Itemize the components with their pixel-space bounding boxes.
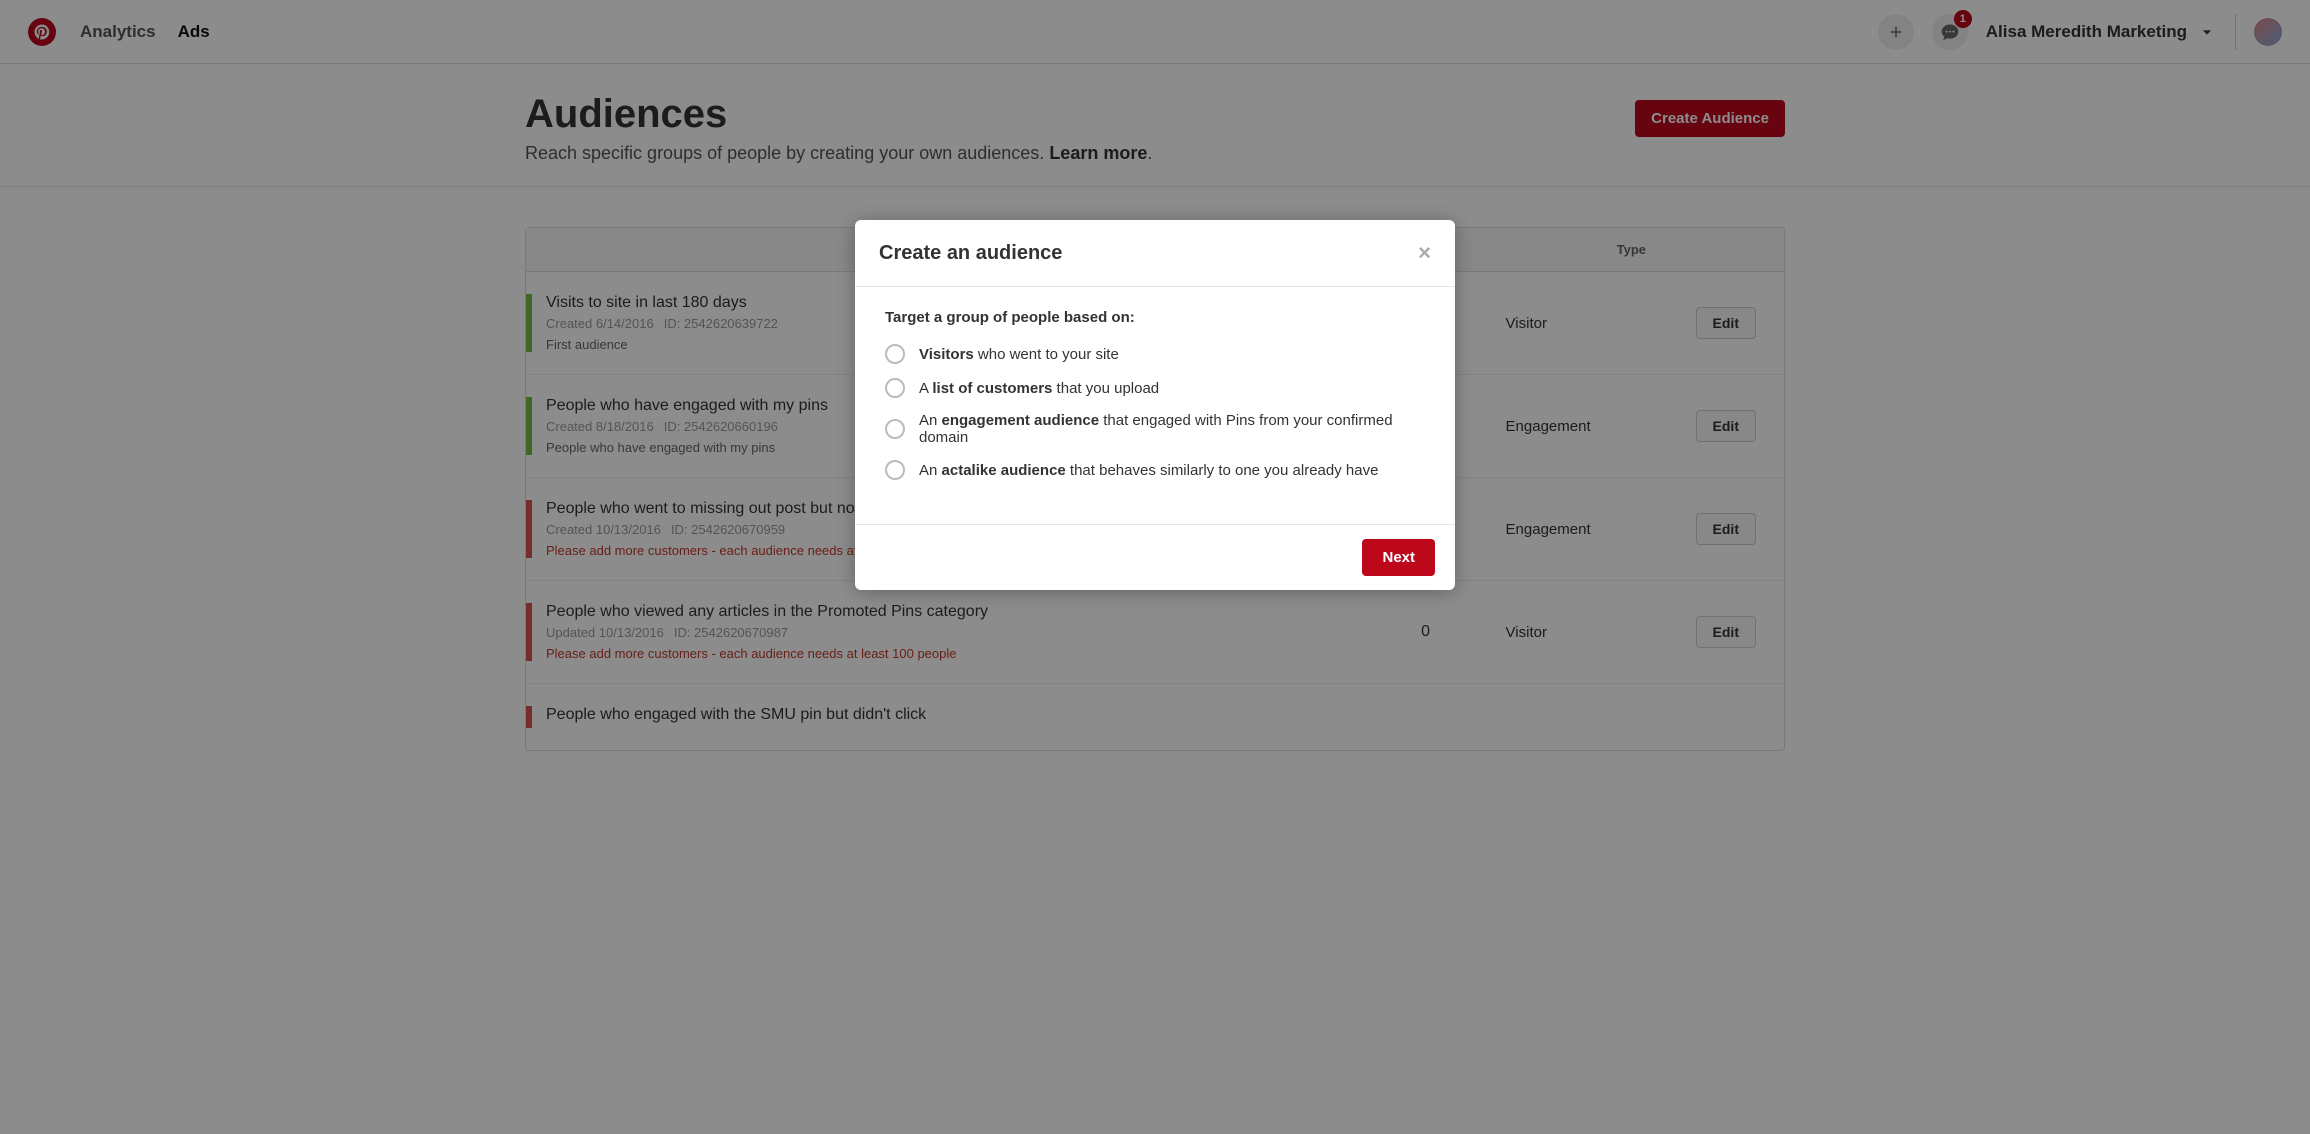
audience-type-option[interactable]: A list of customers that you upload bbox=[885, 378, 1425, 398]
modal-title: Create an audience bbox=[879, 242, 1062, 265]
audience-type-option[interactable]: An engagement audience that engaged with… bbox=[885, 412, 1425, 446]
close-icon[interactable]: × bbox=[1418, 240, 1431, 266]
radio-icon[interactable] bbox=[885, 378, 905, 398]
modal-prompt: Target a group of people based on: bbox=[885, 309, 1425, 326]
create-audience-modal: Create an audience × Target a group of p… bbox=[855, 220, 1455, 590]
radio-icon[interactable] bbox=[885, 344, 905, 364]
option-label: An engagement audience that engaged with… bbox=[919, 412, 1425, 446]
next-button[interactable]: Next bbox=[1362, 539, 1435, 576]
audience-type-option[interactable]: An actalike audience that behaves simila… bbox=[885, 460, 1425, 480]
option-label: A list of customers that you upload bbox=[919, 380, 1159, 397]
modal-scrim[interactable]: Create an audience × Target a group of p… bbox=[0, 0, 2310, 1134]
radio-icon[interactable] bbox=[885, 419, 905, 439]
radio-icon[interactable] bbox=[885, 460, 905, 480]
audience-type-option[interactable]: Visitors who went to your site bbox=[885, 344, 1425, 364]
option-label: Visitors who went to your site bbox=[919, 346, 1119, 363]
option-label: An actalike audience that behaves simila… bbox=[919, 462, 1378, 479]
